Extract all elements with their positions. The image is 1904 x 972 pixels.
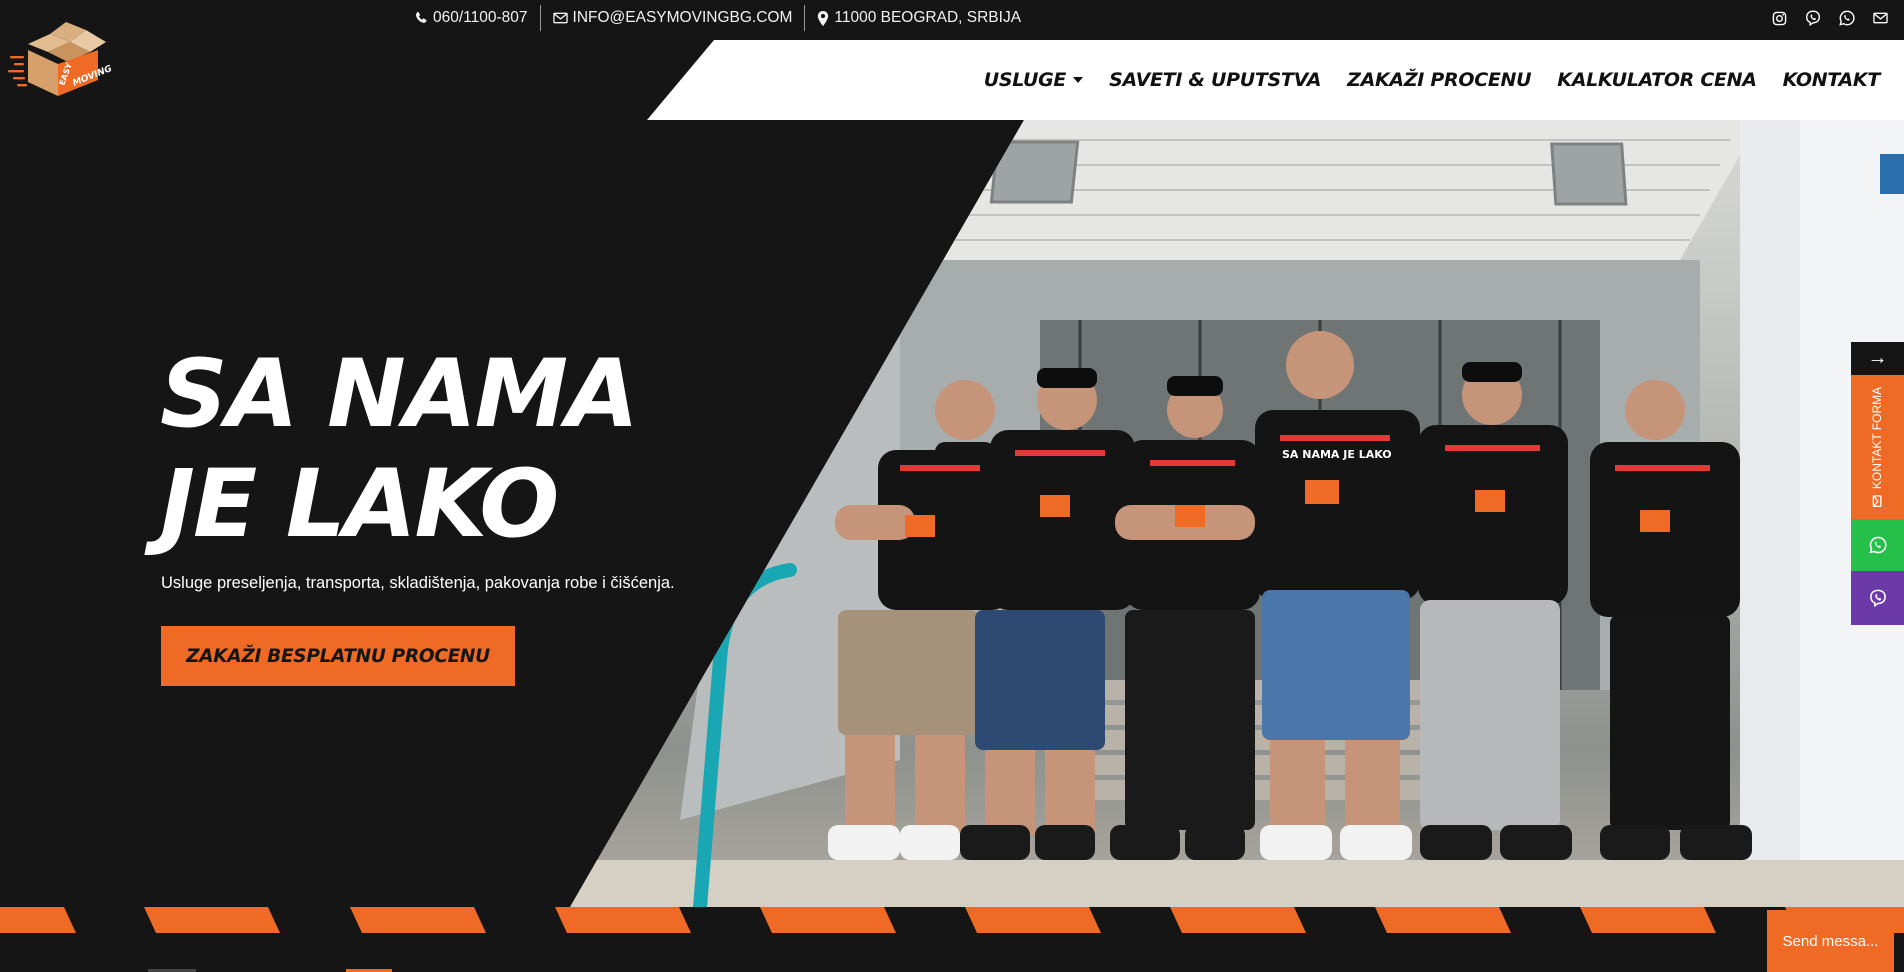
divider [804, 5, 806, 31]
arrow-right-icon: → [1867, 347, 1888, 369]
hero-title-line-2: JE LAKO [160, 450, 559, 559]
viber-button[interactable] [1851, 571, 1904, 625]
whatsapp-button[interactable] [1851, 519, 1904, 571]
nav-item-kontakt[interactable]: KONTAKT [1782, 69, 1881, 91]
divider [539, 5, 541, 31]
social-links [1772, 0, 1888, 36]
nav-item-usluge[interactable]: USLUGE [983, 69, 1084, 91]
contact-form-label: KONTAKT FORMA [1870, 386, 1885, 490]
address-text: 11000 BEOGRAD, SRBIJA [834, 9, 1022, 26]
nav-item-zakazi-procenu[interactable]: ZAKAŽI PROCENU [1347, 69, 1531, 91]
address-item: 11000 BEOGRAD, SRBIJA [817, 9, 1021, 27]
section-bottom [0, 933, 1904, 972]
viber-icon[interactable] [1805, 10, 1821, 26]
hero-title-line-1: SA NAMA [160, 340, 639, 449]
envelope-icon [552, 12, 568, 24]
envelope-icon [1873, 495, 1882, 508]
nav-label: SAVETI & UPUTSTVA [1109, 69, 1322, 91]
nav-label: KALKULATOR CENA [1557, 69, 1757, 91]
nav-label: KONTAKT [1782, 69, 1881, 91]
contact-info: 060/1100-807 INFO@EASYMOVINGBG.COM 11000… [414, 0, 1021, 36]
phone-link[interactable]: 060/1100-807 [414, 9, 528, 27]
email-text: INFO@EASYMOVINGBG.COM [572, 9, 793, 26]
viber-icon [1869, 589, 1886, 607]
phone-text: 060/1100-807 [433, 9, 528, 26]
map-pin-icon [818, 10, 829, 26]
logo[interactable]: EASY MOVING [8, 20, 114, 100]
shirt-print-text: SA NAMA JE LAKO [1282, 448, 1392, 461]
schedule-free-estimate-button[interactable]: ZAKAŽI BESPLATNU PROCENU [161, 626, 515, 686]
nav-label: ZAKAŽI PROCENU [1347, 69, 1532, 91]
hazard-stripe-band [0, 907, 1904, 933]
hero-subtitle: Usluge preseljenja, transporta, skladišt… [161, 574, 675, 592]
main-nav: USLUGE SAVETI & UPUTSTVA ZAKAŽI PROCENU … [983, 40, 1881, 120]
contact-form-tab[interactable]: KONTAKT FORMA [1851, 375, 1904, 519]
caret-down-icon [1073, 77, 1084, 83]
speed-lines [8, 56, 27, 87]
hero-title: SA NAMA JE LAKO [160, 340, 860, 560]
whatsapp-icon[interactable] [1839, 10, 1855, 26]
instagram-icon[interactable] [1772, 11, 1787, 26]
top-bar: 060/1100-807 INFO@EASYMOVINGBG.COM 11000… [0, 0, 1904, 36]
side-panel-toggle[interactable]: → [1851, 342, 1904, 375]
whatsapp-icon [1868, 536, 1887, 554]
email-link[interactable]: INFO@EASYMOVINGBG.COM [552, 9, 793, 27]
nav-label: USLUGE [983, 69, 1067, 91]
nav-item-saveti-uputstva[interactable]: SAVETI & UPUTSTVA [1109, 69, 1321, 91]
nav-item-kalkulator-cena[interactable]: KALKULATOR CENA [1557, 69, 1757, 91]
email-icon[interactable] [1873, 12, 1888, 24]
phone-icon [415, 11, 427, 23]
send-message-chat-button[interactable]: Send messa... [1767, 910, 1894, 972]
